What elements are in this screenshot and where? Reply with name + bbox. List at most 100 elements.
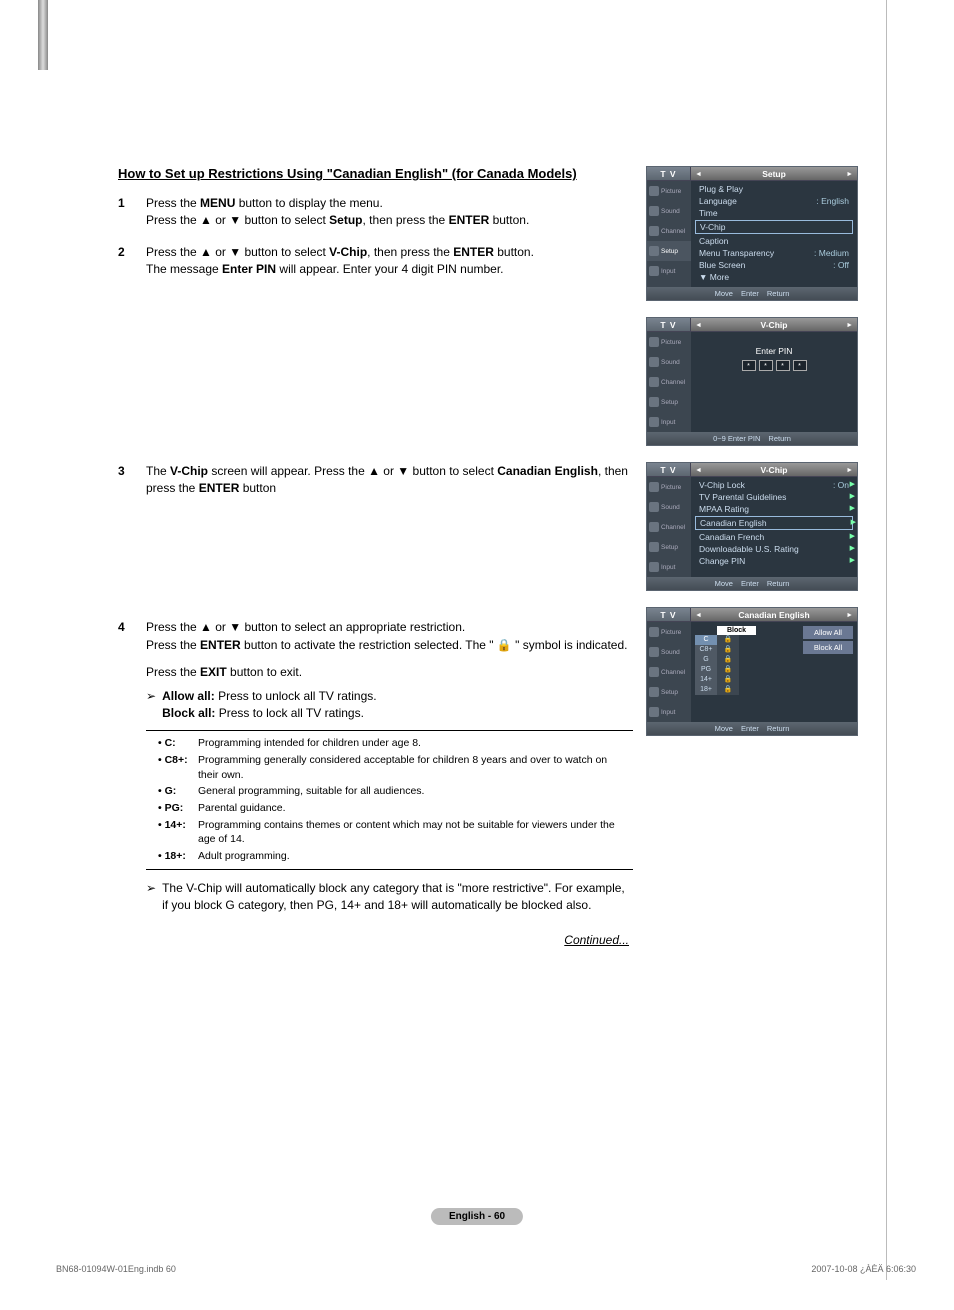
lock-icon: 🔒: [717, 675, 739, 685]
def-row: • 14+:Programming contains themes or con…: [146, 817, 633, 848]
rating-definitions: • C:Programming intended for children un…: [146, 730, 633, 870]
chevron-right-icon: ▶: [850, 556, 855, 564]
side-label: Input: [661, 268, 675, 275]
menu-row: Time: [697, 207, 851, 219]
menu-label: MPAA Rating: [699, 504, 749, 514]
osd-footer: 0~9 Enter PINReturn: [647, 432, 857, 445]
text: screen will appear. Press the ▲ or ▼ but…: [208, 464, 497, 478]
allow-all-line: ➢ Allow all: Press to unlock all TV rati…: [146, 688, 633, 723]
chevron-right-icon: ▶: [851, 518, 856, 526]
menu-value: : On: [833, 480, 849, 490]
chevron-right-icon: ▶: [850, 480, 855, 488]
setup-icon: [649, 397, 659, 407]
menu-row: V-Chip Lock: On▶: [697, 479, 851, 491]
continued-text: Continued...: [118, 933, 629, 947]
side-label: Picture: [661, 339, 681, 346]
side-picture: Picture: [647, 332, 691, 352]
side-picture: Picture: [647, 622, 691, 642]
text-bold: ENTER: [453, 245, 494, 259]
footer-enter-pin: 0~9 Enter PIN: [713, 434, 760, 443]
menu-label: TV Parental Guidelines: [699, 492, 786, 502]
side-channel: Channel: [647, 372, 691, 392]
def-row: • C8+:Programming generally considered a…: [146, 752, 633, 783]
setup-icon: [649, 687, 659, 697]
allow-label: Allow all:: [162, 689, 215, 703]
osd-sidebar: Picture Sound Channel Setup Input: [647, 477, 691, 577]
osd-sidebar: Picture Sound Channel Setup Input: [647, 622, 691, 722]
side-setup: Setup: [647, 241, 691, 261]
side-input: Input: [647, 702, 691, 722]
chevron-right-icon: ▶: [850, 544, 855, 552]
side-setup: Setup: [647, 392, 691, 412]
menu-row: ▼ More: [697, 271, 851, 283]
side-sound: Sound: [647, 201, 691, 221]
osd-main: Plug & Play Language: English Time V-Chi…: [691, 181, 857, 287]
menu-value: : Medium: [814, 248, 849, 258]
footer-right: 2007-10-08 ¿ÀÈÄ 6:06:30: [811, 1264, 916, 1274]
def-val: Programming intended for children under …: [198, 736, 621, 751]
text-bold: ENTER: [449, 213, 490, 227]
menu-label: Canadian English: [700, 518, 767, 528]
menu-row: Caption: [697, 235, 851, 247]
rating-pg: PG: [695, 665, 717, 675]
picture-icon: [649, 627, 659, 637]
osd-title: V-Chip: [691, 463, 857, 477]
step-3: 3 The V-Chip screen will appear. Press t…: [118, 463, 633, 498]
tv-label: T V: [647, 167, 691, 181]
side-input: Input: [647, 557, 691, 577]
input-icon: [649, 266, 659, 276]
menu-label: ▼ More: [699, 272, 729, 282]
channel-icon: [649, 667, 659, 677]
side-label: Input: [661, 709, 675, 716]
picture-icon: [649, 482, 659, 492]
text: button: [239, 481, 276, 495]
pin-digit: *: [759, 360, 773, 371]
arrow-icon: ➢: [146, 688, 156, 723]
menu-row: Downloadable U.S. Rating▶: [697, 543, 851, 555]
step-number: 3: [118, 463, 132, 498]
footer-return: Return: [767, 724, 790, 733]
osd-main: V-Chip Lock: On▶ TV Parental Guidelines ▶…: [691, 477, 857, 577]
def-key: • C8+:: [158, 753, 194, 782]
def-val: General programming, suitable for all au…: [198, 784, 621, 799]
menu-label: Menu Transparency: [699, 248, 774, 258]
osd-footer: MoveEnterReturn: [647, 722, 857, 735]
text-bold: V-Chip: [170, 464, 208, 478]
section-heading: How to Set up Restrictions Using "Canadi…: [118, 166, 633, 181]
tv-label: T V: [647, 463, 691, 477]
def-val: Parental guidance.: [198, 801, 621, 816]
osd-vchip-menu: T V V-Chip Picture Sound Channel Setup I…: [646, 462, 858, 591]
text: button.: [489, 213, 529, 227]
osd-title: Canadian English: [691, 608, 857, 622]
text-bold: MENU: [200, 196, 235, 210]
menu-row: Change PIN▶: [697, 555, 851, 567]
side-label: Channel: [661, 669, 685, 676]
osd-sidebar: Picture Sound Channel Setup Input: [647, 181, 691, 287]
text: , then press the: [363, 213, 449, 227]
side-channel: Channel: [647, 221, 691, 241]
side-label: Setup: [661, 544, 678, 551]
auto-block-note: ➢ The V-Chip will automatically block an…: [146, 880, 633, 915]
side-label: Channel: [661, 228, 685, 235]
osd-title: V-Chip: [691, 318, 857, 332]
def-row: • C:Programming intended for children un…: [146, 735, 633, 752]
osd-title: Setup: [691, 167, 857, 181]
channel-icon: [649, 377, 659, 387]
menu-label: Time: [699, 208, 718, 218]
menu-row: Plug & Play: [697, 183, 851, 195]
lock-icon: 🔒: [717, 665, 739, 675]
text: Press the ▲ or ▼ button to select an app…: [146, 620, 465, 634]
menu-label: Plug & Play: [699, 184, 743, 194]
rating-c: C: [695, 635, 717, 645]
def-val: Programming generally considered accepta…: [198, 753, 621, 782]
text-bold: Enter PIN: [222, 262, 276, 276]
text-bold: ENTER: [199, 481, 240, 495]
footer-left: BN68-01094W-01Eng.indb 60: [56, 1264, 176, 1274]
step-1: 1 Press the MENU button to display the m…: [118, 195, 633, 230]
rating-14: 14+: [695, 675, 717, 685]
text: button to display the menu.: [235, 196, 382, 210]
sound-icon: [649, 206, 659, 216]
text: Press to lock all TV ratings.: [215, 706, 364, 720]
text: button to activate the restriction selec…: [241, 638, 628, 652]
footer-enter: Enter: [741, 579, 759, 588]
